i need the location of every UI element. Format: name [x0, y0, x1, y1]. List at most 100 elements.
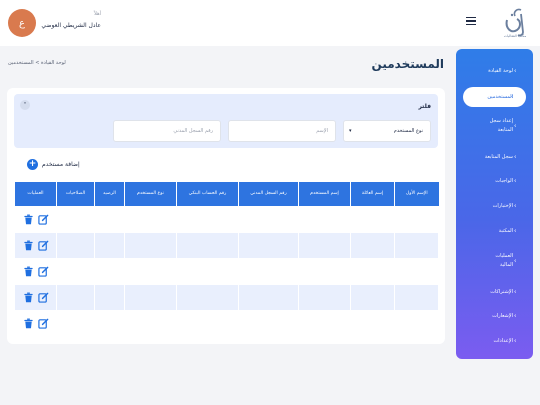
trash-icon[interactable] [23, 214, 34, 225]
table-cell [56, 257, 95, 285]
chevron-right-icon: › [514, 288, 517, 296]
user-name[interactable]: عادل الشريطي العوضي [41, 22, 101, 29]
edit-icon[interactable] [37, 318, 49, 329]
row-actions [14, 231, 57, 259]
add-user-label: إضافة مستخدم [42, 160, 80, 168]
name-input[interactable]: الإسم [228, 120, 336, 142]
sidebar-item-library[interactable]: › المكتبة [456, 224, 533, 238]
sidebar-item-tracking-log[interactable]: › سجل المتابعة [456, 150, 533, 164]
table-cell [298, 283, 351, 311]
sidebar-item-subscriptions[interactable]: › الإشتراكات [456, 285, 533, 299]
filter-panel: فلتر ˄ نوع المستخدم ▾ الإسم رقم السجل ال… [14, 94, 438, 148]
table-row [14, 231, 439, 259]
column-header[interactable]: رقم الحساب البنكي [176, 182, 239, 206]
trash-icon[interactable] [23, 266, 34, 277]
name-placeholder: الإسم [316, 128, 328, 134]
edit-icon[interactable] [37, 292, 49, 303]
trash-icon[interactable] [23, 240, 34, 251]
column-header[interactable]: الصلاحيات [56, 182, 95, 206]
edit-icon[interactable] [37, 266, 49, 277]
table-cell [176, 283, 239, 311]
trash-icon[interactable] [23, 292, 34, 303]
sidebar-item-label: سجل المتابعة [484, 154, 513, 160]
top-bar: ع أهلاً عادل الشريطي العوضي مكتب الفعالي… [0, 0, 540, 46]
table-cell [176, 205, 239, 233]
table-cell [394, 309, 439, 337]
table-cell [394, 257, 439, 285]
table-cell [298, 231, 351, 259]
table-cell [56, 231, 95, 259]
sidebar-item-tracking-setup[interactable]: › إعداد سجل المتابعة [456, 115, 533, 137]
column-header[interactable]: رقم السجل المدني [238, 182, 299, 206]
table-cell [94, 283, 125, 311]
plus-icon: + [27, 158, 38, 170]
chevron-down-icon: ▾ [349, 128, 352, 134]
user-type-value: نوع المستخدم [393, 128, 423, 134]
chevron-right-icon: › [514, 177, 517, 185]
table-cell [124, 231, 177, 259]
chevron-right-icon: › [514, 67, 517, 75]
civil-id-placeholder: رقم السجل المدني [173, 128, 213, 134]
sidebar-item-label: الإشتراكات [490, 289, 513, 295]
trash-icon[interactable] [23, 318, 34, 329]
table-cell [124, 283, 177, 311]
sidebar-item-notifications[interactable]: › الإشعارات [456, 309, 533, 323]
table-cell [298, 257, 351, 285]
sidebar-item-finance[interactable]: › العمليات المالية [456, 250, 533, 272]
menu-icon[interactable] [466, 17, 476, 25]
table-cell [176, 257, 239, 285]
table-cell [394, 283, 439, 311]
breadcrumb[interactable]: لوحة القيادة > المستخدمين [8, 60, 66, 66]
filter-title: فلتر [418, 103, 431, 110]
row-actions [14, 257, 57, 285]
chevron-up-icon[interactable]: ˄ [20, 100, 30, 110]
table-cell [124, 309, 177, 337]
table-cell [238, 309, 299, 337]
table-cell [238, 231, 299, 259]
table-cell [298, 205, 351, 233]
chevron-right-icon: › [514, 257, 517, 265]
table-row [14, 283, 439, 311]
column-header[interactable]: العمليات [14, 182, 57, 206]
chevron-right-icon: › [511, 93, 514, 101]
table-row [14, 205, 439, 233]
sidebar-item-label: الإشعارات [492, 313, 513, 319]
page-title: المستخدمين [371, 57, 444, 71]
add-user-button[interactable]: + إضافة مستخدم [27, 158, 80, 170]
sidebar-item-label: الواجبات [495, 178, 513, 184]
table-cell [350, 205, 395, 233]
row-actions [14, 283, 57, 311]
table-cell [56, 283, 95, 311]
civil-id-input[interactable]: رقم السجل المدني [113, 120, 221, 142]
column-header[interactable]: الرصيد [94, 182, 125, 206]
table-row [14, 257, 439, 285]
column-header[interactable]: إسم المستخدم [298, 182, 351, 206]
sidebar-item-users[interactable]: › المستخدمين [463, 87, 526, 107]
sidebar-item-settings[interactable]: › الإعدادات [456, 334, 533, 348]
table-cell [94, 257, 125, 285]
sidebar-item-label: المستخدمين [487, 94, 513, 100]
row-actions [14, 205, 57, 233]
table-cell [298, 309, 351, 337]
table-cell [94, 309, 125, 337]
sidebar-item-label: الإعدادات [493, 338, 513, 344]
table-header: الإسم الأول إسم العائلة إسم المستخدم رقم… [14, 182, 439, 206]
sidebar-item-homework[interactable]: › الواجبات [456, 174, 533, 188]
sidebar-item-label: لوحة القيادة [488, 68, 513, 74]
sidebar-item-exams[interactable]: › الإختبارات [456, 199, 533, 213]
table-cell [94, 231, 125, 259]
edit-icon[interactable] [37, 214, 49, 225]
edit-icon[interactable] [37, 240, 49, 251]
column-header[interactable]: إسم العائلة [350, 182, 395, 206]
chevron-right-icon: › [514, 337, 517, 345]
sidebar-item-dashboard[interactable]: › لوحة القيادة [456, 64, 533, 78]
column-header[interactable]: نوع المستخدم [124, 182, 177, 206]
table-cell [394, 231, 439, 259]
user-greeting: أهلاً عادل الشريطي العوضي [41, 11, 101, 29]
column-header[interactable]: الإسم الأول [394, 182, 439, 206]
avatar[interactable]: ع [8, 9, 36, 37]
table-cell [176, 231, 239, 259]
user-type-select[interactable]: نوع المستخدم ▾ [343, 120, 431, 142]
chevron-right-icon: › [514, 202, 517, 210]
table-cell [94, 205, 125, 233]
